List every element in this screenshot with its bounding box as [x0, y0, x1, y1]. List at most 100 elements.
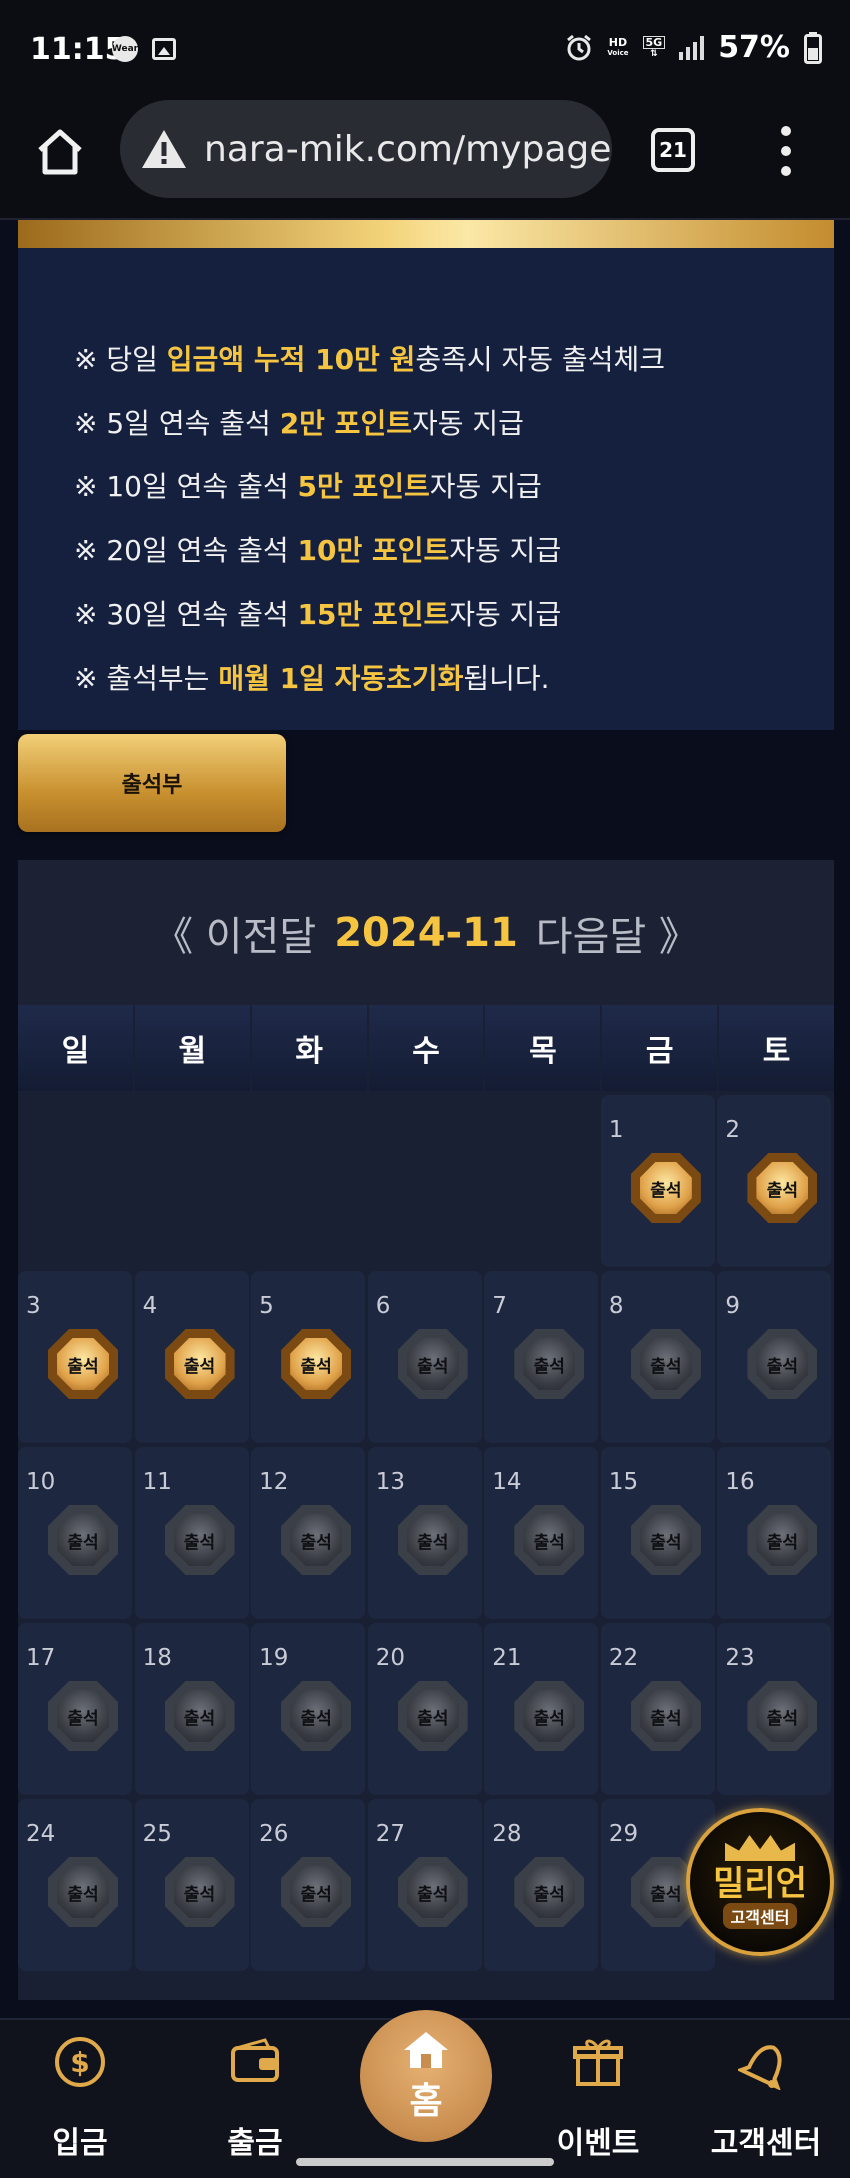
day-number: 16 [725, 1469, 755, 1495]
day-number: 14 [492, 1469, 522, 1495]
nav-support[interactable]: 고객센터 [706, 2020, 826, 2161]
day-number: 24 [26, 1821, 56, 1847]
status-bar: 11:15 Wear HD Voice 5G ⇅ 57% [0, 0, 850, 100]
calendar-day-cell: 21 출석 [484, 1623, 599, 1795]
nav-withdraw[interactable]: 출금 [195, 2020, 315, 2161]
calendar-day-cell: 16 출석 [717, 1447, 832, 1619]
browser-home-icon[interactable] [34, 126, 86, 178]
calendar-day-cell: 3 출석 [18, 1271, 132, 1443]
support-float-subtitle: 고객센터 [722, 1903, 798, 1929]
calendar-day-cell: 1 출석 [600, 1095, 715, 1267]
attendance-stamp-empty: 출석 [747, 1681, 818, 1751]
day-number: 23 [725, 1645, 755, 1671]
calendar-day-cell: 8 출석 [600, 1271, 715, 1443]
calendar-day-cell: 27 출석 [367, 1799, 482, 1971]
nav-deposit[interactable]: $ 입금 [20, 2020, 140, 2161]
calendar-day-cell: 26 출석 [251, 1799, 366, 1971]
day-number: 20 [375, 1645, 405, 1671]
attendance-stamp-empty: 출석 [397, 1329, 468, 1399]
day-number: 10 [26, 1469, 56, 1495]
day-number: 3 [26, 1293, 41, 1319]
calendar-day-cell: 14 출석 [484, 1447, 599, 1619]
attendance-stamp-empty: 출석 [48, 1505, 118, 1575]
calendar-day-cell: 6 출석 [367, 1271, 482, 1443]
calendar-day-cell: 11 출석 [134, 1447, 249, 1619]
prev-month-button[interactable]: 《 이전달 [153, 904, 316, 962]
address-bar[interactable]: nara-mik.com/mypage [120, 100, 612, 198]
attendance-stamp-empty: 출석 [48, 1857, 118, 1927]
support-float-title: 밀리언 [713, 1864, 807, 1904]
more-menu-icon[interactable] [780, 126, 792, 176]
day-number: 13 [375, 1469, 405, 1495]
attendance-stamp-empty: 출석 [164, 1505, 235, 1575]
attendance-stamp-checked: 출석 [48, 1329, 118, 1399]
coin-icon: $ [55, 2037, 105, 2087]
calendar-day-cell: 2 출석 [717, 1095, 832, 1267]
attendance-stamp-empty: 출석 [514, 1681, 585, 1751]
calendar-day-cell: 25 출석 [134, 1799, 249, 1971]
status-right-cluster: HD Voice 5G ⇅ 57% [565, 30, 822, 65]
attendance-stamp-checked: 출석 [164, 1329, 235, 1399]
nav-event[interactable]: 이벤트 [538, 2020, 658, 2161]
attendance-stamp-checked: 출석 [747, 1153, 818, 1223]
notice-line: ※ 5일 연속 출석 2만 포인트자동 지급 [74, 407, 524, 440]
day-number: 19 [259, 1645, 289, 1671]
notice-line: ※ 10일 연속 출석 5만 포인트자동 지급 [74, 470, 542, 503]
calendar-day-cell: 28 출석 [484, 1799, 599, 1971]
attendance-stamp-empty: 출석 [281, 1857, 352, 1927]
calendar-day-cell: 17 출석 [18, 1623, 132, 1795]
attendance-notice-panel: ※ 당일 입금액 누적 10만 원충족시 자동 출석체크 ※ 5일 연속 출석 … [18, 248, 834, 730]
weekday-sat: 토 [719, 1005, 835, 1091]
network-5g-icon: 5G ⇅ [642, 35, 666, 60]
svg-text:$: $ [70, 2046, 89, 2079]
day-number: 25 [142, 1821, 172, 1847]
attendance-stamp-empty: 출석 [630, 1505, 701, 1575]
url-text[interactable]: nara-mik.com/mypage [204, 129, 611, 170]
day-number: 12 [259, 1469, 289, 1495]
floating-support-button[interactable]: 밀리언 고객센터 [686, 1808, 834, 1956]
hd-voice-icon: HD Voice [607, 35, 629, 57]
tab-switcher-button[interactable]: 21 [651, 128, 695, 172]
weekday-sun: 일 [18, 1005, 133, 1091]
day-number: 8 [608, 1293, 624, 1319]
calendar-day-cell: 12 출석 [251, 1447, 366, 1619]
day-number: 29 [608, 1821, 639, 1847]
day-number: 22 [608, 1645, 639, 1671]
notice-line: ※ 30일 연속 출석 15만 포인트자동 지급 [74, 598, 562, 631]
attendance-stamp-empty: 출석 [164, 1681, 235, 1751]
attendance-stamp-empty: 출석 [747, 1329, 818, 1399]
bell-icon [738, 2045, 782, 2090]
day-number: 7 [492, 1293, 507, 1319]
day-number: 15 [608, 1469, 639, 1495]
day-number: 27 [375, 1821, 405, 1847]
weekday-tue: 화 [251, 1005, 367, 1091]
calendar-day-cell: 5 출석 [251, 1271, 366, 1443]
attendance-stamp-empty: 출석 [281, 1505, 352, 1575]
gold-header-strip [18, 220, 834, 248]
day-number: 1 [608, 1117, 624, 1143]
day-number: 9 [725, 1293, 741, 1319]
day-number: 4 [142, 1293, 158, 1319]
calendar-day-cell: 20 출석 [367, 1623, 482, 1795]
attendance-book-button[interactable]: 출석부 [18, 734, 286, 832]
attendance-stamp-empty: 출석 [397, 1681, 468, 1751]
not-secure-warning-icon[interactable] [140, 127, 188, 171]
nav-home[interactable]: 홈 [360, 2010, 492, 2142]
bottom-navigation: $ 입금 출금 홈 이벤트 고객센터 [0, 2010, 850, 2178]
wallet-icon [231, 2038, 279, 2082]
attendance-stamp-empty: 출석 [48, 1681, 118, 1751]
day-number: 21 [492, 1645, 522, 1671]
calendar-day-cell: 7 출석 [484, 1271, 599, 1443]
home-icon [404, 2032, 448, 2068]
calendar-day-cell: 18 출석 [134, 1623, 249, 1795]
weekday-header-row: 일 월 화 수 목 금 토 [18, 1005, 835, 1091]
mypage-content: ※ 당일 입금액 누적 10만 원충족시 자동 출석체크 ※ 5일 연속 출석 … [0, 220, 850, 2020]
image-notification-icon [152, 38, 176, 60]
day-number: 5 [259, 1293, 274, 1319]
battery-icon [804, 31, 822, 64]
weekday-fri: 금 [602, 1005, 718, 1091]
attendance-stamp-empty: 출석 [397, 1857, 468, 1927]
next-month-button[interactable]: 다음달 》 [536, 904, 699, 962]
crown-icon [725, 1835, 795, 1861]
notice-line: ※ 당일 입금액 누적 10만 원충족시 자동 출석체크 [74, 343, 665, 376]
